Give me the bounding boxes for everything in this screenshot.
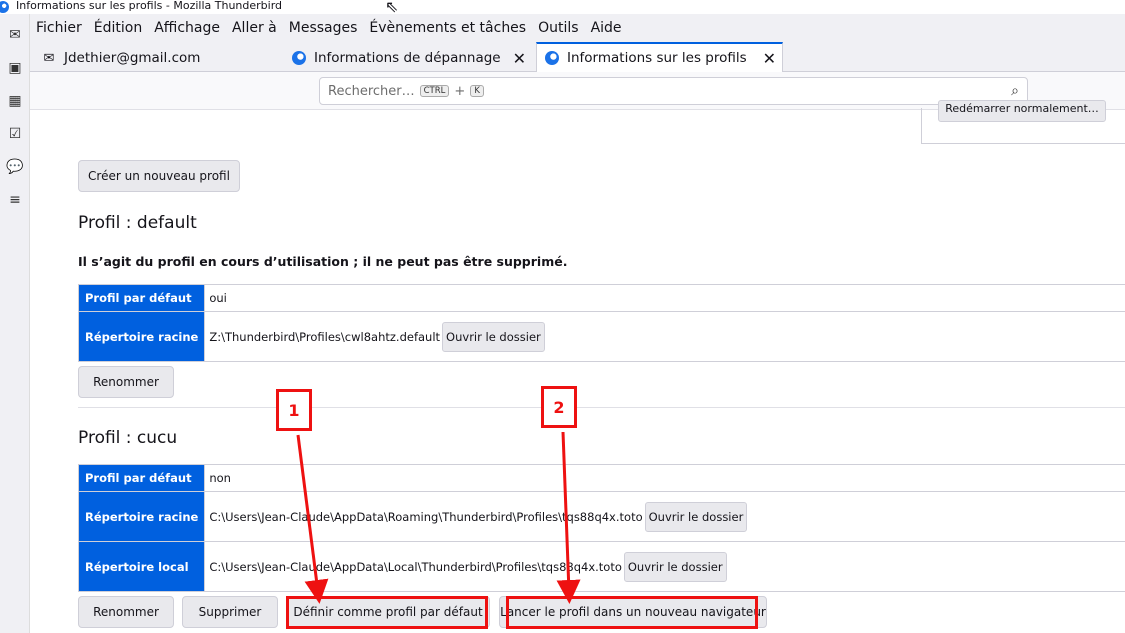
annotation-arrow-1 [296, 434, 329, 604]
annotation-arrow-2 [556, 431, 581, 604]
annotation-arrows [296, 431, 581, 604]
